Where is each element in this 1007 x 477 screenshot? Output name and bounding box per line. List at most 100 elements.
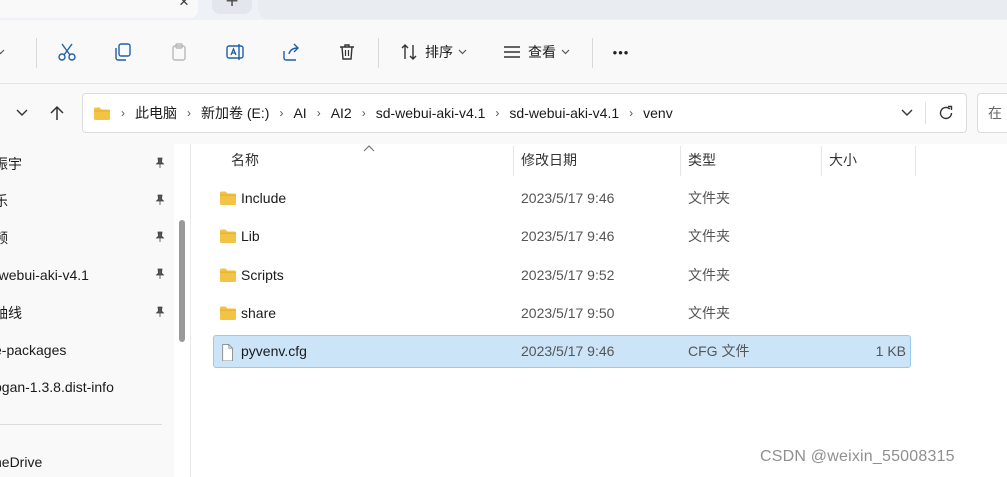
- table-row[interactable]: Scripts 2023/5/17 9:52 文件夹: [213, 259, 911, 292]
- chevron-down-icon: [16, 109, 28, 116]
- rename-button[interactable]: [218, 32, 252, 72]
- nav-item-label: 振宇: [0, 156, 22, 172]
- sort-label: 排序: [425, 44, 453, 60]
- file-name: share: [241, 305, 277, 321]
- file-size: 1 KB: [875, 343, 906, 359]
- folder-icon: [220, 268, 236, 282]
- file-type: 文件夹: [688, 267, 730, 283]
- chevron-right-icon[interactable]: ›: [279, 106, 283, 120]
- share-icon: [283, 43, 299, 61]
- clipboard-icon: [172, 43, 186, 61]
- nav-item-sd-webui[interactable]: -webui-aki-v4.1: [0, 257, 174, 293]
- search-input[interactable]: 在: [977, 93, 1007, 133]
- breadcrumb-ai[interactable]: AI: [293, 105, 306, 121]
- tab-strip: × +: [0, 0, 1007, 20]
- chevron-right-icon[interactable]: ›: [187, 106, 191, 120]
- sort-icon: [401, 44, 417, 60]
- command-bar: 排序 查看 •••: [0, 20, 1007, 84]
- rename-icon: [226, 44, 244, 60]
- view-button[interactable]: 查看: [494, 32, 578, 72]
- scissors-icon: [58, 43, 76, 61]
- pin-icon: [154, 268, 166, 283]
- chevron-down-icon: [0, 47, 5, 57]
- file-name: Scripts: [241, 267, 284, 283]
- refresh-icon: [939, 105, 953, 120]
- column-header-date[interactable]: 修改日期: [521, 144, 577, 176]
- breadcrumb-venv[interactable]: venv: [643, 105, 673, 121]
- file-type: 文件夹: [688, 190, 730, 206]
- refresh-button[interactable]: [933, 94, 959, 132]
- address-history-button[interactable]: [895, 94, 919, 132]
- breadcrumb-drive[interactable]: 新加卷 (E:): [201, 103, 269, 123]
- file-name: Include: [241, 190, 287, 206]
- folder-icon: [220, 306, 236, 320]
- sort-ascending-icon: [363, 144, 375, 155]
- close-tab-icon[interactable]: ×: [174, 0, 194, 12]
- breadcrumb-ai2[interactable]: AI2: [331, 105, 352, 121]
- file-name: pyvenv.cfg: [241, 343, 307, 359]
- nav-item-quick-access[interactable]: 振宇: [0, 146, 174, 182]
- new-tab-button[interactable]: +: [212, 0, 252, 14]
- address-bar[interactable]: › 此电脑 › 新加卷 (E:) › AI › AI2 › sd-webui-a…: [82, 93, 967, 133]
- nav-item-label: neDrive: [0, 454, 43, 470]
- address-row: › 此电脑 › 新加卷 (E:) › AI › AI2 › sd-webui-a…: [0, 84, 1007, 144]
- column-header-type[interactable]: 类型: [688, 144, 716, 176]
- column-header-type-label: 类型: [688, 152, 716, 168]
- nav-item-onedrive[interactable]: neDrive: [0, 444, 174, 477]
- nav-item-music[interactable]: 乐: [0, 183, 174, 219]
- nav-item-site-packages[interactable]: e-packages: [0, 332, 174, 368]
- table-row-selected[interactable]: pyvenv.cfg 2023/5/17 9:46 CFG 文件 1 KB: [213, 335, 911, 368]
- chevron-right-icon[interactable]: ›: [362, 106, 366, 120]
- up-button[interactable]: [43, 98, 71, 128]
- file-type: 文件夹: [688, 228, 730, 244]
- chevron-down-icon: [901, 109, 913, 116]
- column-header-name[interactable]: 名称: [231, 144, 259, 176]
- nav-divider: [0, 424, 162, 425]
- breadcrumb-sd-webui[interactable]: sd-webui-aki-v4.1: [376, 105, 486, 121]
- breadcrumb-this-pc[interactable]: 此电脑: [135, 103, 177, 123]
- trash-icon: [340, 44, 354, 60]
- file-date: 2023/5/17 9:52: [521, 267, 615, 283]
- navigation-pane: 振宇 乐 频 -webui-aki-v4.1 轴线 e-packages pga…: [0, 144, 174, 477]
- chevron-right-icon[interactable]: ›: [495, 106, 499, 120]
- file-list: 名称 修改日期 类型 大小 Include 2023/5/17 9:46 文件夹…: [191, 144, 1007, 477]
- chevron-down-icon: [458, 47, 467, 57]
- cut-button[interactable]: [50, 32, 84, 72]
- tab-strip-background: [258, 0, 1007, 19]
- file-date: 2023/5/17 9:46: [521, 228, 615, 244]
- recent-locations-button[interactable]: [8, 98, 36, 128]
- share-button[interactable]: [274, 32, 308, 72]
- nav-item-videos[interactable]: 频: [0, 220, 174, 256]
- active-tab[interactable]: [0, 0, 198, 18]
- nav-item-label: 乐: [0, 193, 8, 209]
- sort-button[interactable]: 排序: [392, 32, 474, 72]
- column-header-date-label: 修改日期: [521, 152, 577, 168]
- nav-item-label: pgan-1.3.8.dist-info: [0, 379, 114, 395]
- view-label: 查看: [528, 44, 556, 60]
- nav-item-label: 轴线: [0, 305, 22, 321]
- more-options-button[interactable]: •••: [604, 32, 638, 72]
- delete-button[interactable]: [330, 32, 364, 72]
- file-icon: [222, 344, 233, 361]
- file-date: 2023/5/17 9:50: [521, 305, 615, 321]
- nav-item-label: -webui-aki-v4.1: [0, 267, 89, 283]
- nav-scrollbar-thumb[interactable]: [179, 220, 185, 342]
- folder-icon: [220, 229, 236, 243]
- new-menu-chevron[interactable]: [0, 32, 10, 72]
- file-type: CFG 文件: [688, 343, 750, 359]
- chevron-right-icon[interactable]: ›: [629, 106, 633, 120]
- pin-icon: [154, 306, 166, 321]
- chevron-right-icon[interactable]: ›: [317, 106, 321, 120]
- table-row[interactable]: share 2023/5/17 9:50 文件夹: [213, 297, 911, 330]
- file-name: Lib: [241, 228, 260, 244]
- table-row[interactable]: Lib 2023/5/17 9:46 文件夹: [213, 220, 911, 253]
- copy-button[interactable]: [106, 32, 140, 72]
- nav-item-gfpgan[interactable]: pgan-1.3.8.dist-info: [0, 369, 174, 405]
- file-date: 2023/5/17 9:46: [521, 343, 615, 359]
- breadcrumb-sd-webui-inner[interactable]: sd-webui-aki-v4.1: [509, 105, 619, 121]
- column-header-size[interactable]: 大小: [829, 144, 857, 176]
- paste-button[interactable]: [162, 32, 196, 72]
- nav-item-axis[interactable]: 轴线: [0, 295, 174, 331]
- table-row[interactable]: Include 2023/5/17 9:46 文件夹: [213, 182, 911, 215]
- pin-icon: [154, 194, 166, 209]
